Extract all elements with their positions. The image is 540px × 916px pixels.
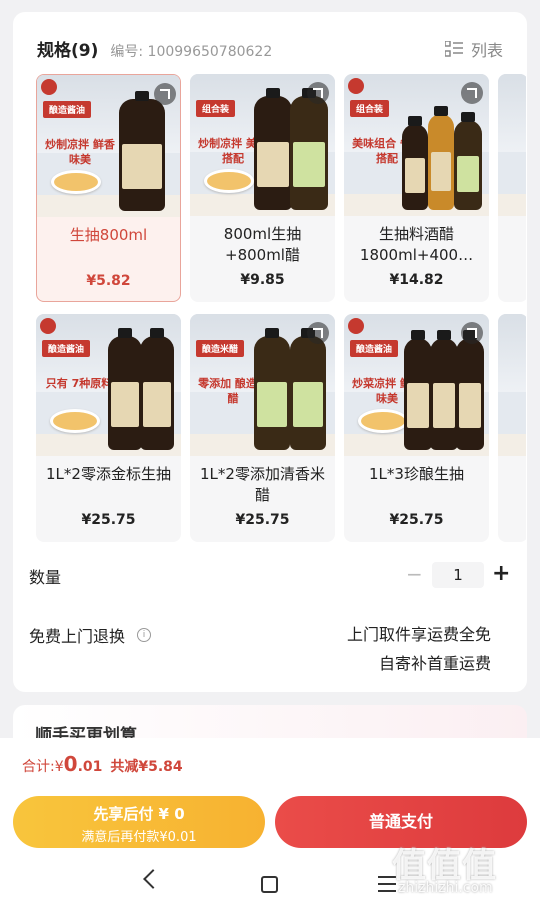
pay-later-title: 先享后付 ¥ 0 <box>93 805 185 823</box>
bottle-image <box>119 91 165 211</box>
sku-name: 生抽800ml <box>69 226 148 244</box>
bottle-image <box>290 328 326 450</box>
sku-price: ¥5.82 <box>86 273 131 289</box>
watermark-url: zhizhizhi.com <box>398 880 493 896</box>
total-currency: ¥ <box>54 759 64 775</box>
free-return-row: 免费上门退换 i <box>29 623 152 647</box>
total-int: 0 <box>63 752 78 776</box>
sku-image: 组合装 美味组合 省心搭配 <box>344 74 489 216</box>
sku-option-peek[interactable] <box>498 74 526 302</box>
sku-image: 组合装 炒制凉拌 美味搭配 <box>190 74 335 216</box>
sku-image <box>498 74 526 216</box>
return-detail-line2: 自寄补首重运费 <box>378 654 491 673</box>
free-return-label: 免费上门退换 <box>29 627 126 646</box>
bottle-image <box>404 330 432 450</box>
pay-later-button[interactable]: 先享后付 ¥ 0 满意后再付款¥0.01 <box>13 796 265 848</box>
sku-tag: 组合装 <box>350 100 390 117</box>
bottle-image <box>456 330 484 450</box>
bottle-image <box>254 88 292 210</box>
quantity-input[interactable]: 1 <box>432 562 484 588</box>
sku-option-4[interactable]: 酿造酱油 只有 7种原料 1L*2零添金标生抽 ¥25.75 <box>36 314 181 542</box>
sku-name: 800ml生抽+800ml醋 <box>223 225 302 264</box>
brand-logo-icon <box>41 79 57 95</box>
sku-price: ¥25.75 <box>81 512 136 528</box>
sku-image <box>498 314 526 456</box>
bottle-image <box>290 88 328 210</box>
home-icon[interactable] <box>261 876 278 893</box>
brand-logo-icon <box>348 78 364 94</box>
sku-tag: 酿造酱油 <box>350 340 399 357</box>
zoom-icon[interactable] <box>461 82 483 104</box>
sku-tag: 酿造酱油 <box>43 101 92 118</box>
sku-image: 酿造酱油 只有 7种原料 <box>36 314 181 456</box>
bottle-image <box>108 328 142 450</box>
sku-name: 1L*2零添加清香米醋 <box>200 465 325 504</box>
bottle-image <box>140 328 174 450</box>
sku-price: ¥9.85 <box>240 272 285 288</box>
bottle-image <box>430 330 458 450</box>
dish-image <box>358 409 408 433</box>
sku-name: 生抽料酒醋1800ml+400… <box>359 225 474 264</box>
return-detail: 上门取件享运费全免 自寄补首重运费 <box>347 620 491 678</box>
sku-tag: 酿造酱油 <box>42 340 91 357</box>
back-icon[interactable] <box>143 869 163 889</box>
zoom-icon[interactable] <box>307 322 329 344</box>
info-icon[interactable]: i <box>137 628 152 642</box>
zoom-icon[interactable] <box>307 82 329 104</box>
bottle-image <box>428 106 454 210</box>
zoom-icon[interactable] <box>461 322 483 344</box>
list-icon <box>444 41 463 57</box>
sku-option-3[interactable]: 组合装 美味组合 省心搭配 生抽料酒醋1800ml+400… ¥14.82 <box>344 74 489 302</box>
sku-slogan: 炒制凉拌 鲜香味美 <box>45 138 115 166</box>
sku-name: 1L*3珍酿生抽 <box>369 465 464 483</box>
discount-amount: 共减¥5.84 <box>110 759 183 775</box>
dish-image <box>204 169 254 193</box>
pay-later-subtitle: 满意后再付款¥0.01 <box>81 830 197 845</box>
quantity-minus-button[interactable]: − <box>406 564 423 584</box>
dish-image <box>51 170 101 194</box>
spec-header: 规格(9) 编号: 10099650780622 <box>37 36 272 61</box>
product-code: 编号: 10099650780622 <box>110 44 273 60</box>
return-detail-line1: 上门取件享运费全免 <box>346 625 491 644</box>
sku-grid: 酿造酱油 炒制凉拌 鲜香味美 生抽800ml ¥5.82 组合装 炒制凉拌 美味… <box>36 74 526 544</box>
sku-tag: 组合装 <box>196 100 236 117</box>
sku-price: ¥25.75 <box>389 512 444 528</box>
sku-name: 1L*2零添金标生抽 <box>46 465 171 483</box>
dish-image <box>50 409 100 433</box>
list-label: 列表 <box>470 41 503 60</box>
sku-option-1[interactable]: 酿造酱油 炒制凉拌 鲜香味美 生抽800ml ¥5.82 <box>36 74 181 302</box>
bottle-image <box>402 116 428 210</box>
list-view-button[interactable]: 列表 <box>444 37 503 61</box>
sku-image: 酿造酱油 炒菜凉拌 鲜香味美 <box>344 314 489 456</box>
total-dec: .01 <box>77 759 103 775</box>
sku-option-2[interactable]: 组合装 炒制凉拌 美味搭配 800ml生抽+800ml醋 ¥9.85 <box>190 74 335 302</box>
sku-option-5[interactable]: 酿造米醋 零添加 酿造米醋 1L*2零添加清香米醋 ¥25.75 <box>190 314 335 542</box>
spec-card: 规格(9) 编号: 10099650780622 列表 酿造酱油 炒制凉拌 鲜香… <box>13 12 527 692</box>
bottle-image <box>454 112 482 210</box>
sku-image: 酿造米醋 零添加 酿造米醋 <box>190 314 335 456</box>
sku-option-6[interactable]: 酿造酱油 炒菜凉拌 鲜香味美 1L*3珍酿生抽 ¥25.75 <box>344 314 489 542</box>
brand-logo-icon <box>348 318 364 334</box>
quantity-label: 数量 <box>29 568 62 587</box>
spec-title: 规格(9) <box>37 41 99 61</box>
sku-price: ¥14.82 <box>389 272 444 288</box>
sku-slogan: 只有 7种原料 <box>45 377 113 390</box>
bottle-image <box>254 328 290 450</box>
total-label: 合计: <box>22 759 55 775</box>
sku-image: 酿造酱油 炒制凉拌 鲜香味美 <box>37 75 180 217</box>
brand-logo-icon <box>40 318 56 334</box>
zoom-icon[interactable] <box>154 83 176 105</box>
total-summary: 合计: ¥ 0 .01 共减¥5.84 <box>22 752 183 776</box>
sku-price: ¥25.75 <box>235 512 290 528</box>
sku-option-peek[interactable] <box>498 314 526 542</box>
sku-tag: 酿造米醋 <box>196 340 245 357</box>
quantity-plus-button[interactable]: + <box>492 562 510 586</box>
